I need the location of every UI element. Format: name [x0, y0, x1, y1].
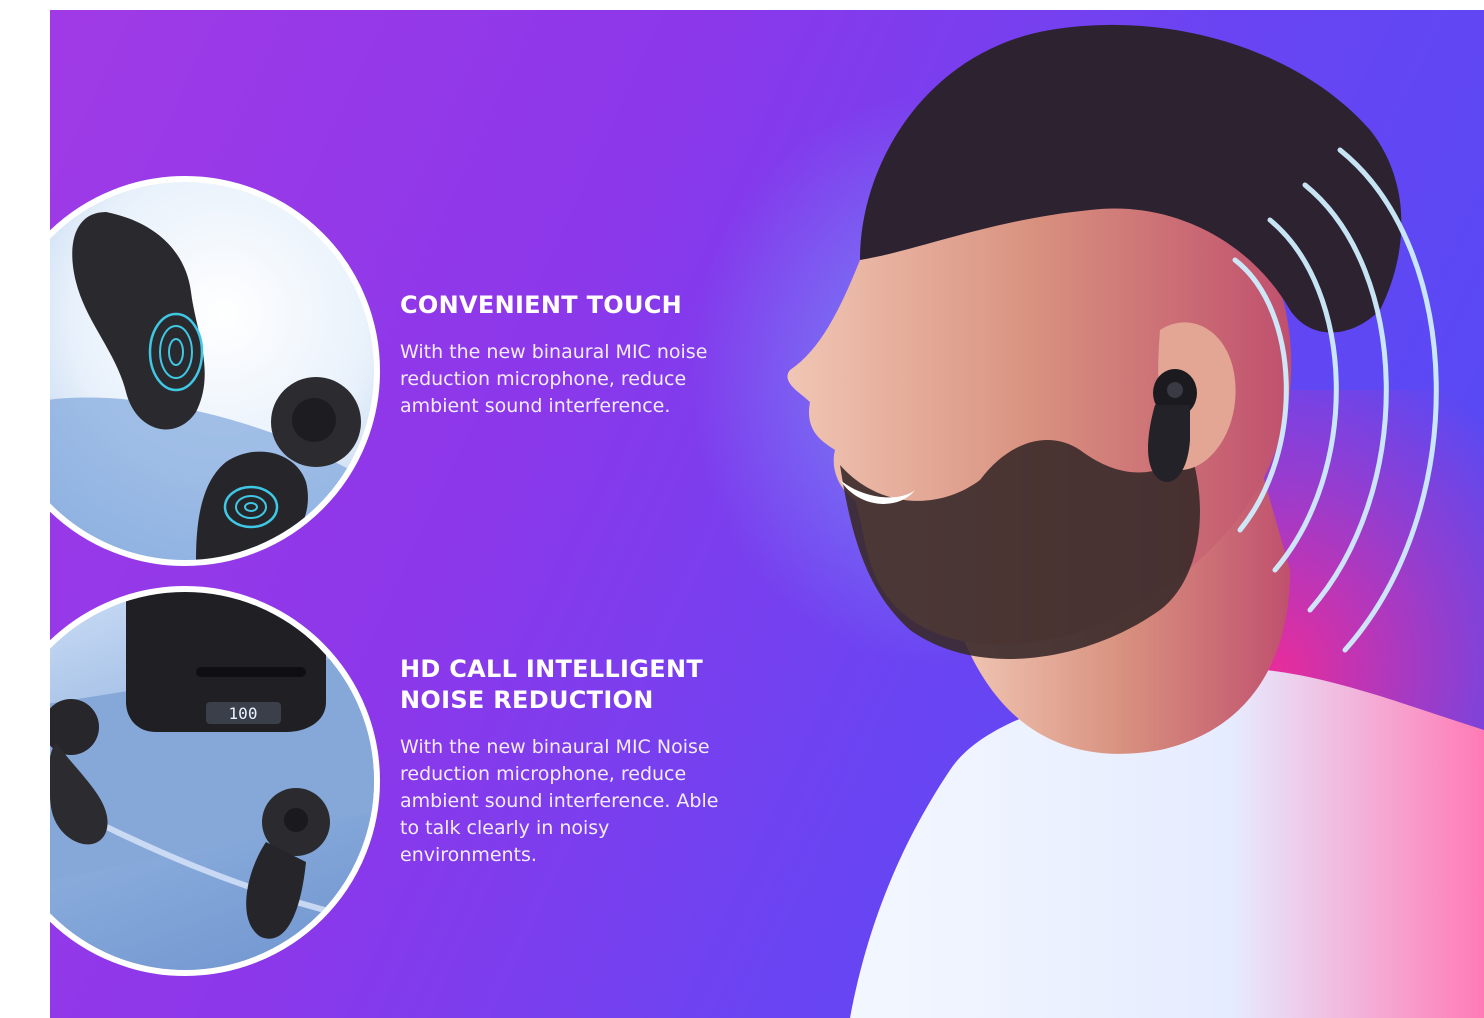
feature-description: With the new binaural MIC noise reductio… [400, 341, 708, 417]
feature-heading: CONVENIENT TOUCH [400, 291, 683, 319]
feature-heading: HD CALL INTELLIGENT NOISE REDUCTION [400, 655, 704, 714]
case-battery-display: 100 [229, 704, 258, 723]
earbuds-case-illustration: 100 [50, 592, 374, 939]
man-profile-illustration [787, 24, 1484, 1018]
product-banner: CONVENIENT TOUCH With the new binaural M… [50, 10, 1484, 1018]
call-feature-photo: 100 [50, 586, 380, 976]
touch-feature-photo [50, 176, 380, 566]
earbud-touch-illustration [50, 212, 374, 560]
feature-description: With the new binaural MIC Noise reductio… [400, 736, 719, 866]
feature-call: HD CALL INTELLIGENT NOISE REDUCTION With… [400, 654, 720, 869]
feature-touch: CONVENIENT TOUCH With the new binaural M… [400, 290, 720, 420]
